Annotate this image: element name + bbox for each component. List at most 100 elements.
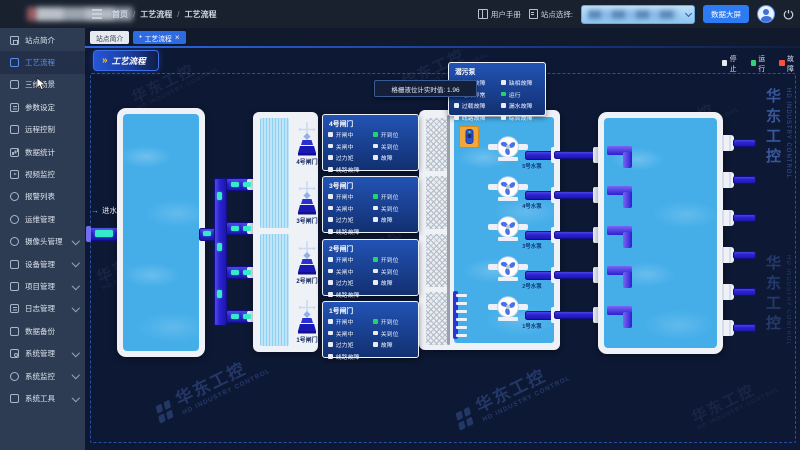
legend-item: 停止 bbox=[722, 53, 743, 73]
gate-valve[interactable]: 3号闸门 bbox=[291, 181, 323, 225]
site-select-label: 站点选择: bbox=[541, 9, 573, 20]
status-item: 开到位 bbox=[373, 192, 413, 201]
sidebar-item[interactable]: 工艺流程 bbox=[0, 51, 85, 73]
site-select-dropdown[interactable] bbox=[581, 5, 695, 24]
gate-label: 1号闸门 bbox=[291, 335, 323, 344]
camera-icon bbox=[10, 237, 19, 246]
status-label: 关闸中 bbox=[336, 142, 354, 151]
breadcrumb-level1[interactable]: 工艺流程 bbox=[140, 9, 172, 20]
close-icon[interactable] bbox=[175, 33, 180, 42]
user-manual-link[interactable]: 用户手册 bbox=[478, 9, 521, 20]
legend-label: 停止 bbox=[730, 53, 743, 73]
pipe-marker bbox=[243, 226, 251, 231]
sidebar-item[interactable]: 摄像头管理 bbox=[0, 231, 85, 253]
status-label: 开闸中 bbox=[336, 317, 354, 326]
pump-icon[interactable] bbox=[497, 256, 519, 278]
sidebar-item-label: 摄像头管理 bbox=[25, 236, 67, 247]
status-led bbox=[501, 80, 506, 85]
user-manual-label: 用户手册 bbox=[491, 9, 521, 20]
fine-screen bbox=[426, 176, 447, 229]
level-gauge[interactable] bbox=[447, 115, 450, 345]
status-label: 过力矩 bbox=[336, 215, 354, 224]
sidebar-item[interactable]: 报警列表 bbox=[0, 186, 85, 208]
submersible-pump-icon[interactable] bbox=[459, 126, 479, 148]
backup-icon bbox=[10, 327, 19, 336]
status-item: 过力矩 bbox=[328, 215, 371, 224]
pipe-marker bbox=[231, 182, 239, 187]
arrow-icon bbox=[102, 55, 108, 66]
inlet-elbow-pipe bbox=[607, 306, 637, 330]
status-item: 过力矩 bbox=[328, 278, 371, 287]
sidebar-item-label: 数据统计 bbox=[25, 147, 78, 158]
breadcrumb-home[interactable]: 首页 bbox=[112, 9, 128, 20]
sidebar-item[interactable]: 站点简介 bbox=[0, 29, 85, 51]
gate-status-panel: 4号闸门 开闸中开到位关闸中关到位过力矩故障线路故障 bbox=[322, 114, 419, 171]
gate-panel-title: 3号闸门 bbox=[323, 177, 418, 191]
avatar[interactable] bbox=[757, 5, 775, 23]
status-item: 开闸中 bbox=[328, 255, 371, 264]
status-label: 开到位 bbox=[381, 255, 399, 264]
menu-toggle-icon[interactable] bbox=[92, 13, 102, 15]
status-item: 漏水故障 bbox=[501, 101, 540, 110]
tank-outlet bbox=[719, 210, 757, 226]
sidebar-item-label: 三维场景 bbox=[25, 79, 78, 90]
sidebar-item[interactable]: 参数设定 bbox=[0, 96, 85, 118]
chevron-down-icon bbox=[71, 304, 79, 312]
sidebar-item-label: 报警列表 bbox=[25, 191, 78, 202]
status-led bbox=[328, 229, 333, 234]
gate-valve[interactable]: 4号闸门 bbox=[291, 122, 323, 166]
scene-icon bbox=[10, 80, 19, 89]
pump-icon[interactable] bbox=[497, 296, 519, 318]
sidebar-item[interactable]: 远程控制 bbox=[0, 119, 85, 141]
chevron-down-icon bbox=[71, 237, 79, 245]
bar-screen bbox=[260, 234, 289, 346]
gate-valve[interactable]: 1号闸门 bbox=[291, 300, 323, 344]
tab-site-intro[interactable]: 站点简介 bbox=[90, 31, 129, 44]
sidebar-item[interactable]: 设备管理 bbox=[0, 253, 85, 275]
status-item: 线路故障 bbox=[328, 352, 371, 361]
sidebar-item[interactable]: 项目管理 bbox=[0, 275, 85, 297]
pump-icon[interactable] bbox=[497, 216, 519, 238]
sidebar-item[interactable]: 视频监控 bbox=[0, 163, 85, 185]
sidebar-item[interactable]: 数据备份 bbox=[0, 320, 85, 342]
sidebar-item[interactable]: 系统管理 bbox=[0, 342, 85, 364]
sidebar: 站点简介 工艺流程 三维场景 参数设定 bbox=[0, 28, 85, 450]
pump-base bbox=[498, 197, 518, 201]
tank-outlet bbox=[719, 247, 757, 263]
sidebar-item[interactable]: 数据统计 bbox=[0, 141, 85, 163]
status-item: 关闸中 bbox=[328, 267, 371, 276]
mouse-cursor bbox=[36, 77, 47, 91]
system-icon bbox=[10, 349, 19, 358]
sidebar-item[interactable]: 日志管理 bbox=[0, 298, 85, 320]
power-icon[interactable] bbox=[783, 9, 794, 20]
tab-process-flow[interactable]: 工艺流程 bbox=[133, 31, 185, 44]
status-led bbox=[373, 257, 378, 262]
fine-screen bbox=[426, 292, 447, 345]
status-led bbox=[328, 319, 333, 324]
status-item: 过载故障 bbox=[454, 101, 499, 110]
active-dot-icon bbox=[139, 34, 141, 41]
sidebar-item[interactable]: 系统工具 bbox=[0, 387, 85, 409]
pump-base bbox=[498, 157, 518, 161]
sidebar-item[interactable]: 系统监控 bbox=[0, 365, 85, 387]
status-label: 漏水故障 bbox=[509, 101, 533, 110]
inflow-label: 进水 bbox=[91, 205, 117, 216]
pump-icon[interactable] bbox=[497, 176, 519, 198]
pipe-marker bbox=[243, 314, 251, 319]
transfer-pipe bbox=[549, 187, 602, 203]
pipe-marker bbox=[203, 231, 211, 236]
big-screen-button[interactable]: 数据大屏 bbox=[703, 5, 749, 23]
status-led bbox=[373, 269, 378, 274]
status-label: 线路故障 bbox=[336, 227, 360, 236]
pipe-marker bbox=[217, 192, 222, 200]
tank-outlet bbox=[719, 320, 757, 336]
sidebar-item-label: 项目管理 bbox=[25, 281, 67, 292]
pump-icon[interactable] bbox=[497, 136, 519, 158]
transfer-pipe bbox=[549, 307, 602, 323]
breadcrumb-current: 工艺流程 bbox=[184, 9, 216, 20]
status-label: 过载故障 bbox=[462, 101, 486, 110]
sidebar-item[interactable]: 运维管理 bbox=[0, 208, 85, 230]
status-label: 关闸中 bbox=[336, 329, 354, 338]
stats-icon bbox=[10, 148, 19, 157]
gate-valve[interactable]: 2号闸门 bbox=[291, 241, 323, 285]
